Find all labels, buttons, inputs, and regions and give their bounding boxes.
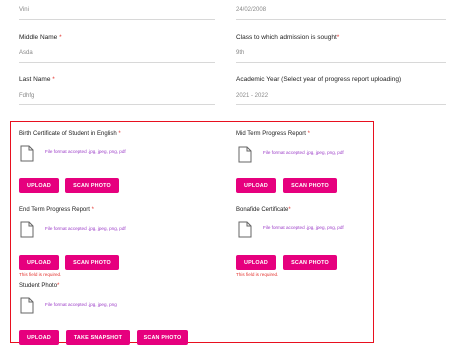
file-icon (20, 221, 34, 238)
take-snapshot-button[interactable]: TAKE SNAPSHOT (66, 330, 130, 345)
end-term-scan-button[interactable]: SCAN PHOTO (65, 255, 119, 270)
end-term-error: This field is required. (19, 272, 62, 277)
academic-year-label: Academic Year (Select year of progress r… (236, 76, 402, 83)
middle-name-input[interactable]: Asda (19, 50, 33, 56)
class-sought-underline (236, 62, 446, 63)
student-photo-label: Student Photo* (19, 283, 60, 289)
end-term-upload-button[interactable]: UPLOAD (19, 255, 59, 270)
student-photo-hint: File format accepted .jpg, jpeg, png (45, 302, 117, 307)
birth-certificate-hint: File format accepted .jpg, jpeg, png, pd… (45, 149, 126, 154)
dob-underline (236, 19, 446, 20)
end-term-label: End Term Progress Report * (19, 207, 94, 213)
file-icon (20, 297, 34, 314)
birth-certificate-upload-button[interactable]: UPLOAD (19, 178, 59, 193)
last-name-underline (19, 104, 215, 105)
mid-term-hint: File format accepted .jpg, jpeg, png, pd… (263, 150, 344, 155)
mid-term-scan-button[interactable]: SCAN PHOTO (283, 178, 337, 193)
dob-value[interactable]: 24/02/2008 (236, 7, 266, 13)
middle-name-label: Middle Name * (19, 34, 62, 41)
class-sought-label: Class to which admission is sought* (236, 34, 340, 41)
bonafide-label: Bonafide Certificate* (236, 207, 291, 213)
last-name-label: Last Name * (19, 76, 55, 83)
file-icon (238, 146, 252, 163)
file-icon (20, 145, 34, 162)
last-name-input[interactable]: Fdhfg (19, 93, 34, 99)
end-term-hint: File format accepted .jpg, jpeg, png, pd… (45, 226, 126, 231)
student-photo-upload-button[interactable]: UPLOAD (19, 330, 59, 345)
academic-year-select[interactable]: 2021 - 2022 (236, 93, 268, 99)
birth-certificate-scan-button[interactable]: SCAN PHOTO (65, 178, 119, 193)
class-sought-input[interactable]: 9th (236, 50, 244, 56)
bonafide-upload-button[interactable]: UPLOAD (236, 255, 276, 270)
mid-term-upload-button[interactable]: UPLOAD (236, 178, 276, 193)
bonafide-hint: File format accepted .jpg, jpeg, png, pd… (263, 225, 344, 230)
middle-name-underline (19, 62, 215, 63)
bonafide-scan-button[interactable]: SCAN PHOTO (283, 255, 337, 270)
mid-term-label: Mid Term Progress Report * (236, 131, 310, 137)
birth-certificate-label: Birth Certificate of Student in English … (19, 131, 121, 137)
bonafide-error: This field is required. (236, 272, 279, 277)
student-photo-scan-button[interactable]: SCAN PHOTO (137, 330, 188, 345)
first-name-value[interactable]: Vini (19, 7, 29, 13)
file-icon (238, 221, 252, 238)
first-name-underline (19, 19, 215, 20)
academic-year-underline (236, 104, 446, 105)
